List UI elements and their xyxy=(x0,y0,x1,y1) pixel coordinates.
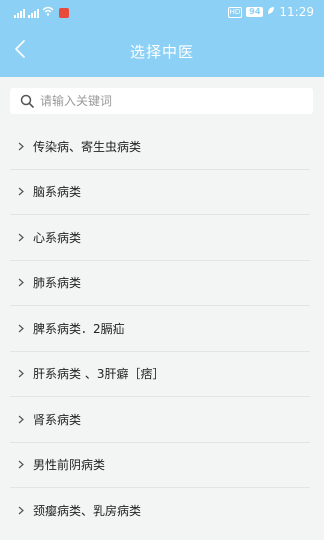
list-item-label: 颈瘿病类、乳房病类 xyxy=(33,504,142,519)
list-item-8[interactable]: 颈瘿病类、乳房病类 xyxy=(10,488,310,534)
battery-indicator: 94 xyxy=(246,7,264,17)
chevron-right-icon xyxy=(18,460,26,469)
category-list: 传染病、寄生虫病类 脑系病类 心系病类 肺系病类 脾系病类．2膈疝 肝系病类 、… xyxy=(10,124,310,534)
chevron-right-icon xyxy=(18,187,26,196)
list-item-label: 男性前阴病类 xyxy=(33,458,106,473)
list-item-label: 脾系病类．2膈疝 xyxy=(33,321,125,336)
notification-badge-icon xyxy=(59,7,69,18)
list-item-0[interactable]: 传染病、寄生虫病类 xyxy=(10,124,310,170)
chevron-right-icon xyxy=(18,369,26,378)
list-item-2[interactable]: 心系病类 xyxy=(10,215,310,261)
nav-bar: 选择中医 xyxy=(0,26,324,77)
list-item-label: 脑系病类 xyxy=(33,185,82,200)
list-item-label: 肾系病类 xyxy=(33,412,82,427)
hd-badge: HD xyxy=(227,6,243,18)
clock: 11:29 xyxy=(279,5,314,19)
list-item-label: 肺系病类 xyxy=(33,276,82,291)
signal-icon-2 xyxy=(28,8,39,18)
list-item-6[interactable]: 肾系病类 xyxy=(10,397,310,443)
status-bar: HD 94 11:29 xyxy=(0,0,324,26)
chevron-right-icon xyxy=(18,324,26,333)
list-item-1[interactable]: 脑系病类 xyxy=(10,170,310,215)
list-item-label: 心系病类 xyxy=(33,230,82,245)
wifi-icon xyxy=(42,6,54,19)
status-right: HD 94 11:29 xyxy=(227,5,314,19)
list-item-4[interactable]: 脾系病类．2膈疝 xyxy=(10,306,310,352)
search-bar[interactable] xyxy=(10,88,313,114)
status-left xyxy=(14,6,69,19)
search-input[interactable] xyxy=(40,94,280,108)
chevron-right-icon xyxy=(18,278,26,287)
chevron-right-icon xyxy=(18,506,26,515)
list-item-7[interactable]: 男性前阴病类 xyxy=(10,443,310,488)
list-item-label: 肝系病类 、3肝癖［痞］ xyxy=(33,367,165,382)
list-item-label: 传染病、寄生虫病类 xyxy=(33,139,142,154)
chevron-right-icon xyxy=(18,142,26,151)
list-item-5[interactable]: 肝系病类 、3肝癖［痞］ xyxy=(10,352,310,397)
signal-icon xyxy=(14,8,25,18)
search-icon xyxy=(20,94,34,108)
leaf-icon xyxy=(267,6,275,18)
chevron-right-icon xyxy=(18,415,26,424)
page-title: 选择中医 xyxy=(129,43,194,61)
chevron-right-icon xyxy=(18,233,26,242)
list-item-3[interactable]: 肺系病类 xyxy=(10,261,310,306)
header: HD 94 11:29 选择中医 xyxy=(0,0,324,77)
